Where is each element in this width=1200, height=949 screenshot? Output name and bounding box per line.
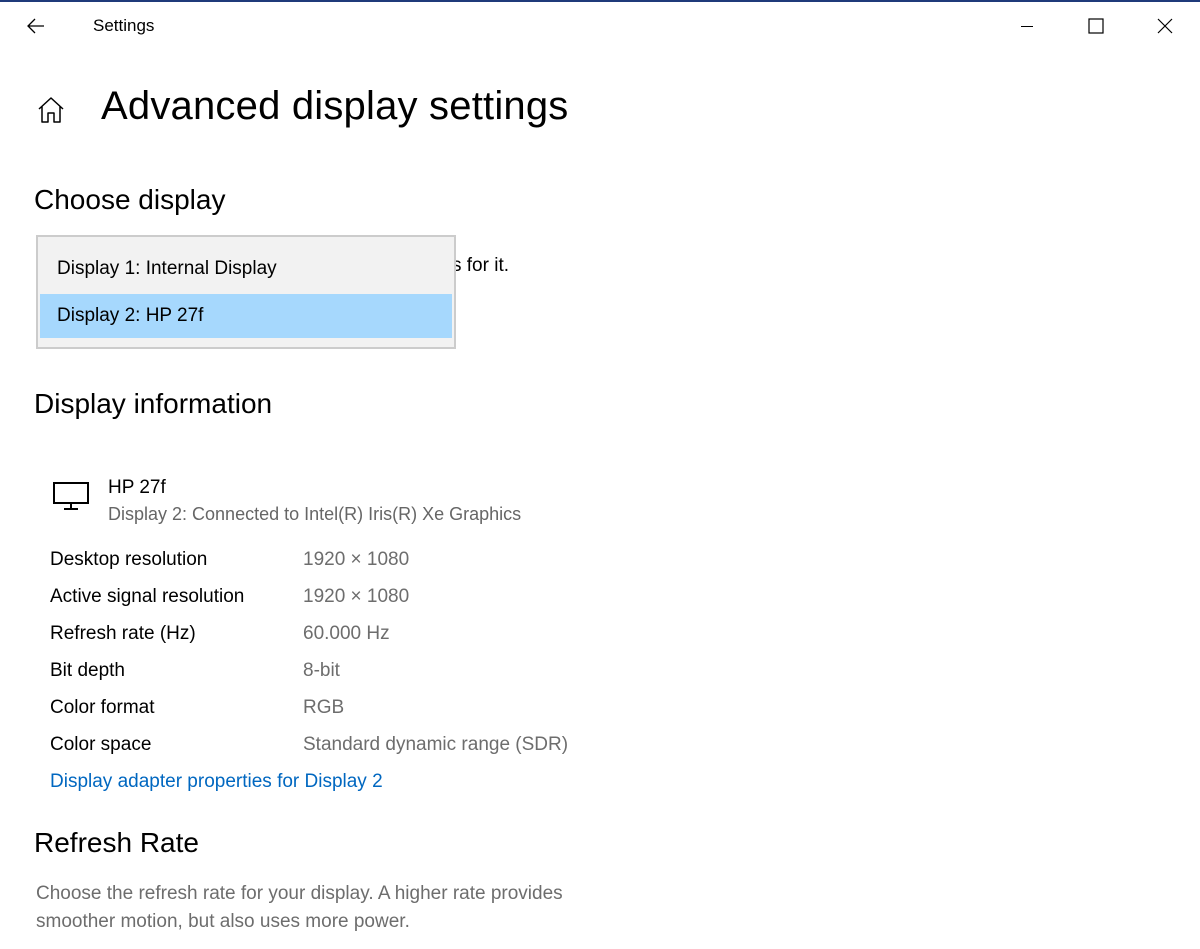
info-label: Active signal resolution <box>50 586 245 607</box>
arrow-left-icon <box>27 18 44 34</box>
maximize-button[interactable] <box>1062 2 1130 50</box>
info-row-refresh-rate: Refresh rate (Hz) 60.000 Hz <box>50 623 650 651</box>
choose-display-heading: Choose display <box>34 184 226 215</box>
info-row-color-space: Color space Standard dynamic range (SDR) <box>50 734 650 762</box>
info-value: 8-bit <box>303 660 340 681</box>
refresh-rate-heading: Refresh Rate <box>34 827 199 858</box>
back-button[interactable] <box>14 6 58 46</box>
display-select-dropdown[interactable]: Display 1: Internal Display Display 2: H… <box>36 235 456 349</box>
info-value: Standard dynamic range (SDR) <box>303 734 569 755</box>
info-row-active-signal-resolution: Active signal resolution 1920 × 1080 <box>50 586 650 614</box>
maximize-icon <box>1088 18 1104 34</box>
dropdown-option-display-1[interactable]: Display 1: Internal Display <box>40 247 452 291</box>
display-adapter-properties-link[interactable]: Display adapter properties for Display 2 <box>50 771 383 793</box>
choose-display-description: s for it. <box>452 255 510 276</box>
info-value: 1920 × 1080 <box>303 549 410 570</box>
info-label: Color format <box>50 697 155 718</box>
home-icon <box>38 97 64 123</box>
home-button[interactable] <box>34 93 68 127</box>
info-value: RGB <box>303 697 345 718</box>
minimize-icon <box>1021 26 1033 27</box>
monitor-name: HP 27f <box>108 477 166 498</box>
info-row-color-format: Color format RGB <box>50 697 650 725</box>
monitor-connection-info: Display 2: Connected to Intel(R) Iris(R)… <box>108 504 522 524</box>
info-label: Bit depth <box>50 660 125 681</box>
info-row-desktop-resolution: Desktop resolution 1920 × 1080 <box>50 549 650 577</box>
refresh-rate-description: Choose the refresh rate for your display… <box>36 880 656 936</box>
display-information-heading: Display information <box>34 388 273 419</box>
close-button[interactable] <box>1131 2 1199 50</box>
app-title: Settings <box>93 16 155 35</box>
info-value: 60.000 Hz <box>303 623 390 644</box>
refresh-rate-description-line-2: smoother motion, but also uses more powe… <box>36 911 410 932</box>
page-title: Advanced display settings <box>101 84 569 128</box>
dropdown-option-display-2[interactable]: Display 2: HP 27f <box>40 294 452 338</box>
info-label: Color space <box>50 734 152 755</box>
info-label: Desktop resolution <box>50 549 208 570</box>
title-bar: Settings <box>0 2 1200 50</box>
monitor-icon <box>52 481 90 511</box>
info-label: Refresh rate (Hz) <box>50 623 196 644</box>
close-icon <box>1157 18 1173 34</box>
refresh-rate-description-line-1: Choose the refresh rate for your display… <box>36 883 563 904</box>
info-value: 1920 × 1080 <box>303 586 410 607</box>
info-row-bit-depth: Bit depth 8-bit <box>50 660 650 688</box>
minimize-button[interactable] <box>993 2 1061 50</box>
